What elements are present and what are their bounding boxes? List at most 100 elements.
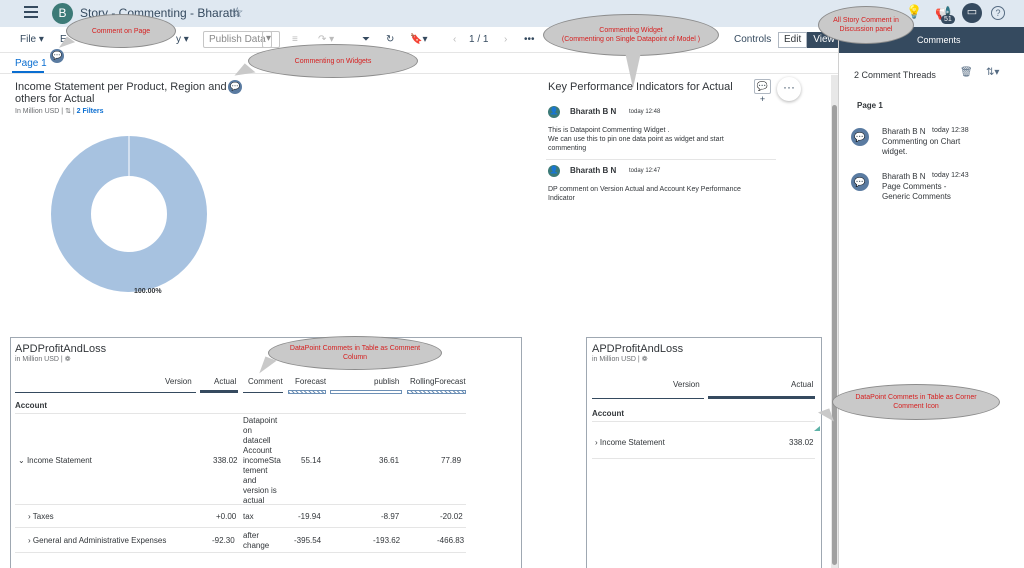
- rolling-underline: [407, 390, 466, 394]
- sort-icon[interactable]: ⇅▾: [986, 67, 999, 78]
- comment-text: DP comment on Version Actual and Account…: [548, 186, 741, 202]
- header-underline: [15, 392, 196, 393]
- row-divider: [15, 552, 466, 553]
- add-comment-icon[interactable]: 💬+: [754, 79, 771, 104]
- filters-link[interactable]: 2 Filters: [77, 108, 104, 115]
- column-header-actual[interactable]: Actual: [214, 377, 236, 386]
- help-icon[interactable]: ?: [991, 6, 1005, 20]
- version-header: Version: [165, 377, 192, 386]
- cell-actual[interactable]: 338.02: [213, 456, 237, 466]
- favorite-star-icon[interactable]: ☆: [231, 4, 244, 21]
- cell-rolling[interactable]: -20.02: [440, 512, 463, 522]
- bookmark-icon[interactable]: 🔖▾: [410, 34, 427, 45]
- data-source-icon: ❁: [641, 356, 648, 363]
- cell-comment[interactable]: after change: [243, 531, 269, 551]
- column-header-actual[interactable]: Actual: [791, 380, 813, 389]
- page-comment-icon[interactable]: 💬: [50, 49, 64, 63]
- user-avatar[interactable]: B: [52, 3, 73, 24]
- delete-icon[interactable]: 🗑: [960, 67, 973, 78]
- donut-data-label: 100.00%: [134, 288, 162, 295]
- comments-panel-title: Comments: [917, 35, 961, 45]
- cell-rolling[interactable]: 77.89: [441, 456, 461, 466]
- column-header-forecast[interactable]: Forecast: [295, 377, 326, 386]
- row-income-statement[interactable]: ⌄ Income Statement: [18, 456, 92, 466]
- table-subtitle: in Million USD | ❁: [592, 356, 648, 363]
- comment-text: This is Datapoint Commenting Widget . We…: [548, 127, 724, 152]
- version-header: Version: [673, 380, 700, 389]
- cell-actual[interactable]: 338.02: [789, 438, 813, 448]
- row-taxes[interactable]: › Taxes: [28, 512, 54, 522]
- filter-token-icon: ⇅: [65, 108, 71, 115]
- corner-comment-icon[interactable]: [814, 426, 820, 431]
- cell-actual[interactable]: +0.00: [216, 512, 236, 522]
- cell-forecast[interactable]: 55.14: [301, 456, 321, 466]
- cell-publish[interactable]: -8.97: [381, 512, 399, 522]
- collapse-chevron-icon[interactable]: ›: [595, 438, 598, 447]
- forecast-underline: [288, 390, 326, 394]
- callout-table-corner-icon: DataPoint Commets in Table as Corner Com…: [832, 384, 1000, 420]
- publish-underline: [330, 390, 402, 394]
- page-counter: 1 / 1: [469, 34, 489, 45]
- data-source-icon: ❁: [64, 356, 71, 363]
- header-underline: [592, 398, 704, 399]
- publish-dropdown-chevron-icon[interactable]: ▾: [262, 31, 280, 48]
- previous-page-icon[interactable]: ‹: [453, 34, 456, 45]
- account-header: Account: [15, 401, 47, 410]
- next-page-icon[interactable]: ›: [504, 34, 507, 45]
- row-general-admin-expenses[interactable]: › General and Administrative Expenses: [28, 536, 166, 546]
- cell-forecast[interactable]: -395.54: [294, 536, 321, 546]
- controls-button[interactable]: Controls: [734, 34, 771, 45]
- format-icon[interactable]: ≡: [292, 34, 298, 45]
- cell-forecast[interactable]: -19.94: [298, 512, 321, 522]
- comment-underline: [243, 392, 283, 393]
- row-income-statement[interactable]: › Income Statement: [595, 438, 665, 448]
- comment-thread[interactable]: Page Comments - Generic Comments: [882, 182, 951, 202]
- comment-avatar: 👤: [548, 106, 560, 118]
- account-header: Account: [592, 409, 624, 418]
- widget-more-actions-icon[interactable]: ···: [777, 77, 801, 101]
- row-divider: [15, 527, 466, 528]
- canvas-scrollbar-thumb[interactable]: [832, 105, 837, 565]
- widget-comment-icon[interactable]: 💬: [228, 80, 242, 94]
- cell-comment[interactable]: Datapoint on datacell Account incomeSta …: [243, 416, 281, 506]
- collapse-chevron-icon[interactable]: ›: [28, 512, 31, 521]
- file-menu[interactable]: File ▾: [20, 34, 44, 45]
- cell-actual[interactable]: -92.30: [212, 536, 235, 546]
- more-options-icon[interactable]: •••: [524, 34, 535, 45]
- profit-loss-table-corner: [586, 337, 822, 568]
- comment-thread-icon: 💬: [851, 128, 869, 146]
- cell-rolling[interactable]: -466.83: [437, 536, 464, 546]
- collapse-chevron-icon[interactable]: ›: [28, 536, 31, 545]
- refresh-icon[interactable]: ↻: [386, 34, 394, 45]
- edit-mode-button[interactable]: Edit: [778, 32, 808, 48]
- discussions-icon[interactable]: ▭: [962, 3, 982, 23]
- tab-page-1[interactable]: Page 1: [15, 58, 47, 69]
- display-menu[interactable]: y ▾: [176, 34, 189, 45]
- comment-author: Bharath B N: [570, 166, 617, 175]
- comment-avatar: 👤: [548, 165, 560, 177]
- row-divider: [15, 413, 466, 414]
- callout-comment-on-page: Comment on Page: [66, 14, 176, 48]
- comment-time: today 12:47: [629, 168, 661, 174]
- page-tab-bar: Page 1: [0, 53, 838, 74]
- donut-chart[interactable]: [49, 134, 209, 294]
- hamburger-menu-icon[interactable]: [24, 6, 38, 18]
- comment-time: today 12:48: [629, 109, 661, 115]
- table-title: APDProfitAndLoss: [592, 343, 684, 355]
- cell-publish[interactable]: -193.62: [373, 536, 400, 546]
- callout-commenting-on-widgets: Commenting on Widgets: [248, 44, 418, 78]
- callout-tail: [625, 52, 641, 88]
- comment-time: today 12:38: [932, 127, 969, 134]
- expand-chevron-icon[interactable]: ⌄: [18, 456, 25, 465]
- cell-comment[interactable]: tax: [243, 512, 254, 522]
- column-header-rollingforecast[interactable]: RollingForecast: [410, 377, 466, 386]
- comment-divider: [546, 159, 776, 160]
- comment-thread[interactable]: Commenting on Chart widget.: [882, 137, 960, 157]
- active-tab-indicator: [12, 71, 44, 73]
- cell-publish[interactable]: 36.61: [379, 456, 399, 466]
- page-group-heading: Page 1: [857, 101, 883, 110]
- filter-icon[interactable]: ⏷: [362, 34, 370, 45]
- chart-title: Income Statement per Product, Region and…: [15, 81, 227, 105]
- column-header-comment[interactable]: Comment: [248, 377, 283, 386]
- column-header-publish[interactable]: publish: [374, 377, 399, 386]
